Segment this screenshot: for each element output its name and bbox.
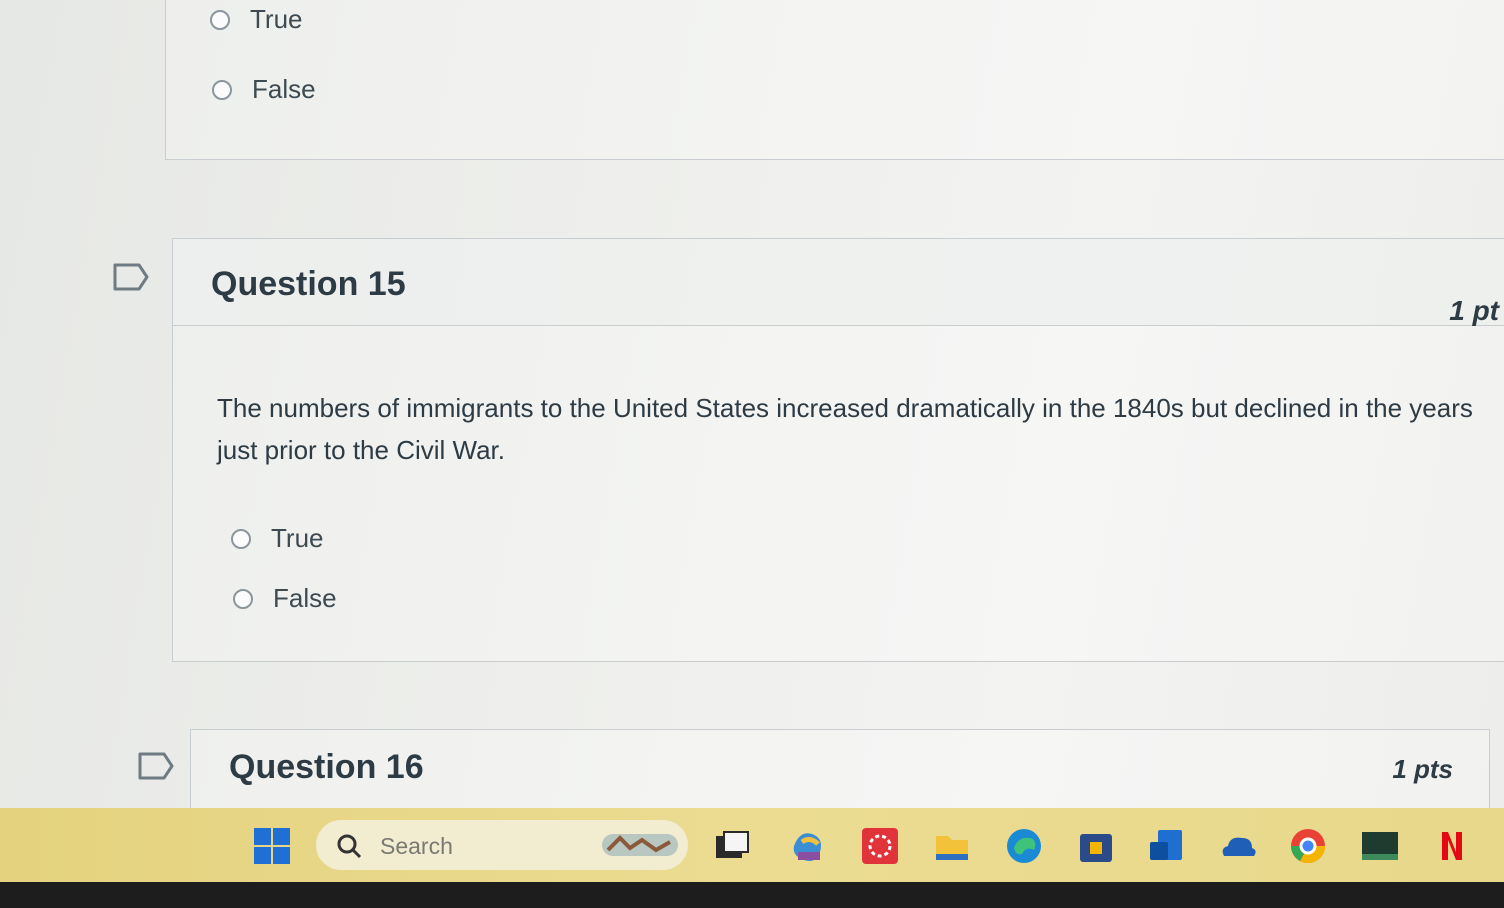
netflix-icon[interactable] (1432, 826, 1472, 866)
taskbar: Search (0, 808, 1504, 882)
radio-button[interactable] (212, 79, 232, 100)
question-card: Question 15 1 pt The numbers of immigran… (172, 238, 1504, 662)
question-points: 1 pt (1449, 295, 1499, 326)
radio-button[interactable] (231, 528, 251, 549)
radio-button[interactable] (233, 588, 253, 609)
widget-icon[interactable] (600, 828, 680, 862)
option-label: False (273, 583, 337, 613)
file-explorer-icon[interactable] (932, 826, 972, 866)
question-title: Question 16 (229, 748, 424, 786)
chrome-icon[interactable] (1288, 826, 1328, 866)
question-text: The numbers of immigrants to the United … (217, 393, 1473, 465)
question-card: Question 16 1 pts (190, 729, 1490, 819)
windows-start-icon[interactable] (252, 826, 292, 866)
store-icon[interactable] (1076, 826, 1116, 866)
answer-option-true[interactable]: True (210, 4, 303, 35)
quiz-page: True False Question 15 1 pt The numbers … (0, 0, 1504, 819)
app-dark-icon[interactable] (1360, 826, 1400, 866)
answer-option-true[interactable]: True (231, 523, 324, 554)
flag-question-icon[interactable] (113, 263, 149, 291)
question-points: 1 pts (1392, 754, 1453, 784)
flag-question-icon[interactable] (138, 752, 174, 780)
outlook-icon[interactable] (1146, 826, 1186, 866)
search-icon (337, 834, 362, 859)
onedrive-icon[interactable] (1218, 826, 1258, 866)
task-view-icon[interactable] (712, 826, 752, 866)
option-label: True (250, 4, 303, 34)
answer-option-false[interactable]: False (233, 583, 337, 614)
answer-option-false[interactable]: False (212, 74, 316, 105)
question-header: Question 15 1 pt (173, 239, 1504, 326)
search-placeholder: Search (380, 833, 453, 859)
app-red-icon[interactable] (860, 826, 900, 866)
taskbar-search-box[interactable]: Search (316, 820, 688, 870)
copilot-icon[interactable] (788, 826, 828, 866)
previous-question-card: True False (165, 0, 1504, 160)
question-title: Question 15 (211, 265, 406, 303)
option-label: False (252, 74, 316, 104)
edge-icon[interactable] (1004, 826, 1044, 866)
radio-button[interactable] (210, 9, 230, 30)
option-label: True (271, 523, 324, 553)
screen-bezel (0, 882, 1504, 908)
